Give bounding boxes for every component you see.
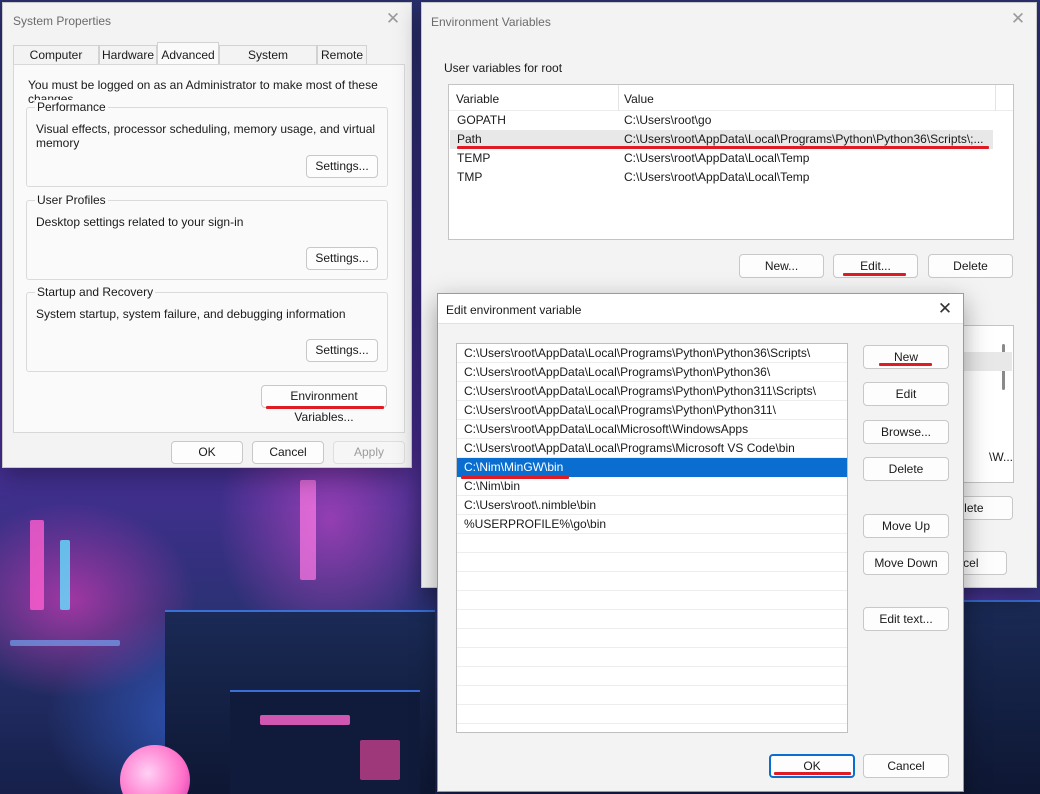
variable-value: C:\Users\root\AppData\Local\Temp (624, 170, 810, 184)
close-icon[interactable]: ✕ (383, 9, 403, 29)
new-variable-button[interactable]: New... (739, 254, 824, 278)
tab-computer-name[interactable]: Computer Name (13, 45, 99, 81)
path-entries-list[interactable]: C:\Users\root\AppData\Local\Programs\Pyt… (456, 343, 848, 733)
dialog-title: Edit environment variable (446, 303, 582, 317)
variable-value: C:\Users\root\AppData\Local\Temp (624, 151, 810, 165)
user-profiles-settings-button[interactable]: Settings... (306, 247, 378, 270)
list-item[interactable]: C:\Users\root\AppData\Local\Programs\Pyt… (457, 382, 847, 401)
advanced-panel: You must be logged on as an Administrato… (13, 64, 405, 433)
tab-system-protection[interactable]: System Protection (219, 45, 317, 81)
group-title: User Profiles (35, 193, 108, 207)
close-icon[interactable]: ✕ (1008, 9, 1028, 29)
table-row[interactable]: TEMP C:\Users\root\AppData\Local\Temp (450, 149, 993, 168)
ok-button[interactable]: OK (171, 441, 243, 464)
user-variables-label: User variables for root (444, 61, 563, 75)
title-bar: System Properties ✕ (3, 3, 411, 35)
move-down-button[interactable]: Move Down (863, 551, 949, 575)
table-row[interactable]: GOPATH C:\Users\root\go (450, 111, 993, 130)
edit-entry-button[interactable]: Edit (863, 382, 949, 406)
list-item-selected[interactable]: C:\Nim\MinGW\bin (457, 458, 847, 477)
highlight-underline (843, 273, 906, 276)
delete-variable-button[interactable]: Delete (928, 254, 1013, 278)
highlight-underline (461, 476, 569, 479)
variable-value-partial: \W... (989, 450, 1013, 464)
startup-recovery-group: Startup and Recovery System startup, sys… (26, 285, 388, 372)
performance-settings-button[interactable]: Settings... (306, 155, 378, 178)
apply-button[interactable]: Apply (333, 441, 405, 464)
group-description: Desktop settings related to your sign-in (36, 215, 244, 229)
list-item[interactable]: C:\Users\root\AppData\Local\Programs\Pyt… (457, 363, 847, 382)
column-header-variable[interactable]: Variable (456, 92, 499, 106)
variable-name: TMP (457, 170, 483, 184)
move-up-button[interactable]: Move Up (863, 514, 949, 538)
performance-group: Performance Visual effects, processor sc… (26, 100, 388, 187)
title-bar: Edit environment variable ✕ (438, 294, 963, 324)
user-profiles-group: User Profiles Desktop settings related t… (26, 193, 388, 280)
startup-settings-button[interactable]: Settings... (306, 339, 378, 362)
edit-environment-variable-dialog: Edit environment variable ✕ C:\Users\roo… (437, 293, 964, 792)
variable-name: TEMP (457, 151, 491, 165)
variable-name: GOPATH (457, 113, 506, 127)
variable-value: C:\Users\root\go (624, 113, 712, 127)
edit-text-button[interactable]: Edit text... (863, 607, 949, 631)
list-item[interactable]: C:\Users\root\AppData\Local\Programs\Pyt… (457, 401, 847, 420)
highlight-underline (774, 772, 851, 775)
delete-entry-button[interactable]: Delete (863, 457, 949, 481)
column-header-value[interactable]: Value (624, 92, 654, 106)
tab-remote[interactable]: Remote (317, 45, 367, 65)
highlight-underline (879, 363, 932, 366)
list-item[interactable]: %USERPROFILE%\go\bin (457, 515, 847, 534)
title-bar: Environment Variables ✕ (422, 3, 1036, 35)
user-variables-list[interactable]: Variable Value GOPATH C:\Users\root\go P… (448, 84, 1014, 240)
tab-advanced[interactable]: Advanced (157, 42, 219, 66)
group-description: System startup, system failure, and debu… (36, 307, 346, 321)
group-description: Visual effects, processor scheduling, me… (36, 122, 376, 150)
list-item[interactable]: C:\Users\root\AppData\Local\Programs\Pyt… (457, 344, 847, 363)
list-header: Variable Value (449, 85, 1013, 111)
tab-hardware[interactable]: Hardware (99, 45, 157, 65)
system-properties-window: System Properties ✕ Computer Name Hardwa… (2, 2, 412, 468)
browse-button[interactable]: Browse... (863, 420, 949, 444)
list-item[interactable]: C:\Nim\bin (457, 477, 847, 496)
list-item[interactable]: C:\Users\root\.nimble\bin (457, 496, 847, 515)
highlight-underline (266, 406, 384, 409)
group-title: Performance (35, 100, 108, 114)
list-item[interactable]: C:\Users\root\AppData\Local\Microsoft\Wi… (457, 420, 847, 439)
highlight-underline (457, 146, 989, 149)
table-row[interactable]: TMP C:\Users\root\AppData\Local\Temp (450, 168, 993, 187)
window-title: Environment Variables (431, 15, 551, 29)
cancel-button[interactable]: Cancel (863, 754, 949, 778)
close-icon[interactable]: ✕ (935, 299, 955, 319)
window-title: System Properties (13, 14, 112, 28)
environment-variables-button[interactable]: Environment Variables... (261, 385, 387, 424)
cancel-button[interactable]: Cancel (252, 441, 324, 464)
tab-bar: Computer Name Hardware Advanced System P… (13, 42, 401, 81)
group-title: Startup and Recovery (35, 285, 156, 299)
list-item[interactable]: C:\Users\root\AppData\Local\Programs\Mic… (457, 439, 847, 458)
